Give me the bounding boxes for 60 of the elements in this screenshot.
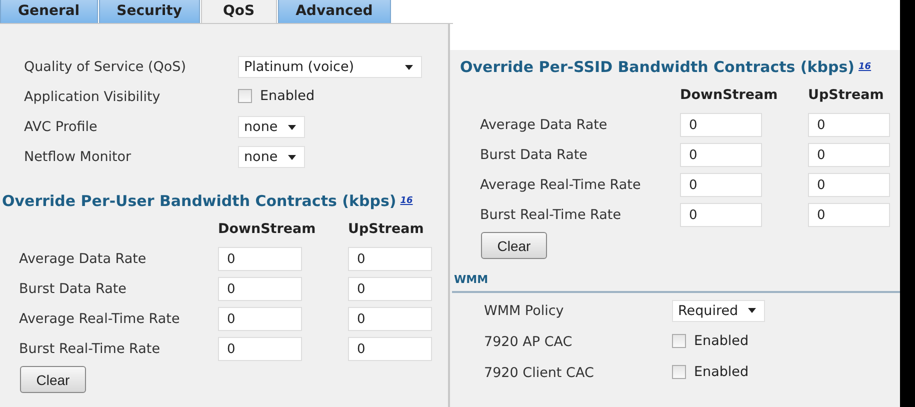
caret-icon (405, 64, 413, 70)
input-field[interactable]: 0 (808, 173, 890, 197)
field-label: Burst Data Rate (480, 146, 588, 165)
input-field[interactable]: 0 (808, 143, 890, 167)
field-label: 7920 AP CAC (484, 334, 574, 350)
field-label: Quality of Service (QoS) (24, 59, 188, 75)
checkbox-label: Enabled (694, 332, 749, 348)
input-field[interactable]: 0 (808, 203, 890, 227)
input-field[interactable]: 0 (348, 247, 432, 271)
tab[interactable]: QoS (200, 0, 277, 23)
column-header: DownStream (218, 220, 316, 239)
dropdown[interactable]: none (238, 116, 305, 138)
tab[interactable]: General (0, 0, 98, 23)
dropdown[interactable]: Platinum (voice) (238, 56, 422, 78)
input-field[interactable]: 0 (808, 113, 890, 137)
checkbox[interactable] (672, 334, 686, 348)
input-field[interactable]: 0 (218, 307, 302, 331)
column-header: DownStream (680, 86, 778, 105)
field-label: Average Data Rate (19, 250, 148, 269)
section-title: Override Per-User Bandwidth Contracts (kbps) (2, 192, 396, 210)
section-title: WMM (454, 273, 488, 286)
field-label: AVC Profile (24, 119, 98, 135)
input-field[interactable]: 0 (218, 337, 302, 361)
clear-button[interactable]: Clear (20, 366, 86, 393)
input-field[interactable]: 0 (680, 173, 762, 197)
checkbox-label: Enabled (260, 88, 315, 104)
input-field[interactable]: 0 (680, 143, 762, 167)
caret-icon (288, 124, 296, 130)
footnote-link[interactable]: 16 (858, 62, 872, 72)
footnote-link[interactable]: 16 (400, 196, 413, 206)
input-field[interactable]: 0 (348, 277, 432, 301)
column-header: UpStream (348, 220, 424, 239)
field-label: Burst Data Rate (19, 280, 128, 299)
field-label: Application Visibility (24, 89, 162, 105)
field-label: Average Data Rate (480, 116, 608, 135)
input-field[interactable]: 0 (680, 113, 762, 137)
field-label: Average Real-Time Rate (19, 310, 181, 329)
input-field[interactable]: 0 (680, 203, 762, 227)
field-label: Netflow Monitor (24, 149, 132, 165)
checkbox-label: Enabled (694, 364, 749, 380)
checkbox[interactable] (672, 364, 686, 378)
caret-icon (288, 154, 296, 160)
checkbox[interactable] (238, 89, 252, 103)
input-field[interactable]: 0 (348, 337, 432, 361)
caret-icon (748, 308, 756, 313)
tab[interactable]: Advanced (278, 0, 391, 23)
dropdown[interactable]: none (238, 146, 305, 168)
clear-button[interactable]: Clear (481, 232, 547, 259)
field-label: Burst Real-Time Rate (480, 206, 622, 225)
input-field[interactable]: 0 (218, 277, 302, 301)
tab[interactable]: Security (98, 0, 200, 23)
field-label: Average Real-Time Rate (480, 176, 642, 195)
dropdown[interactable]: Required (672, 300, 766, 322)
input-field[interactable]: 0 (348, 307, 432, 331)
field-label: WMM Policy (484, 302, 565, 318)
column-header: UpStream (808, 86, 884, 105)
input-field[interactable]: 0 (218, 247, 302, 271)
section-title: Override Per-SSID Bandwidth Contracts (kbps) (460, 58, 855, 76)
field-label: Burst Real-Time Rate (19, 340, 162, 359)
field-label: 7920 Client CAC (484, 364, 595, 380)
